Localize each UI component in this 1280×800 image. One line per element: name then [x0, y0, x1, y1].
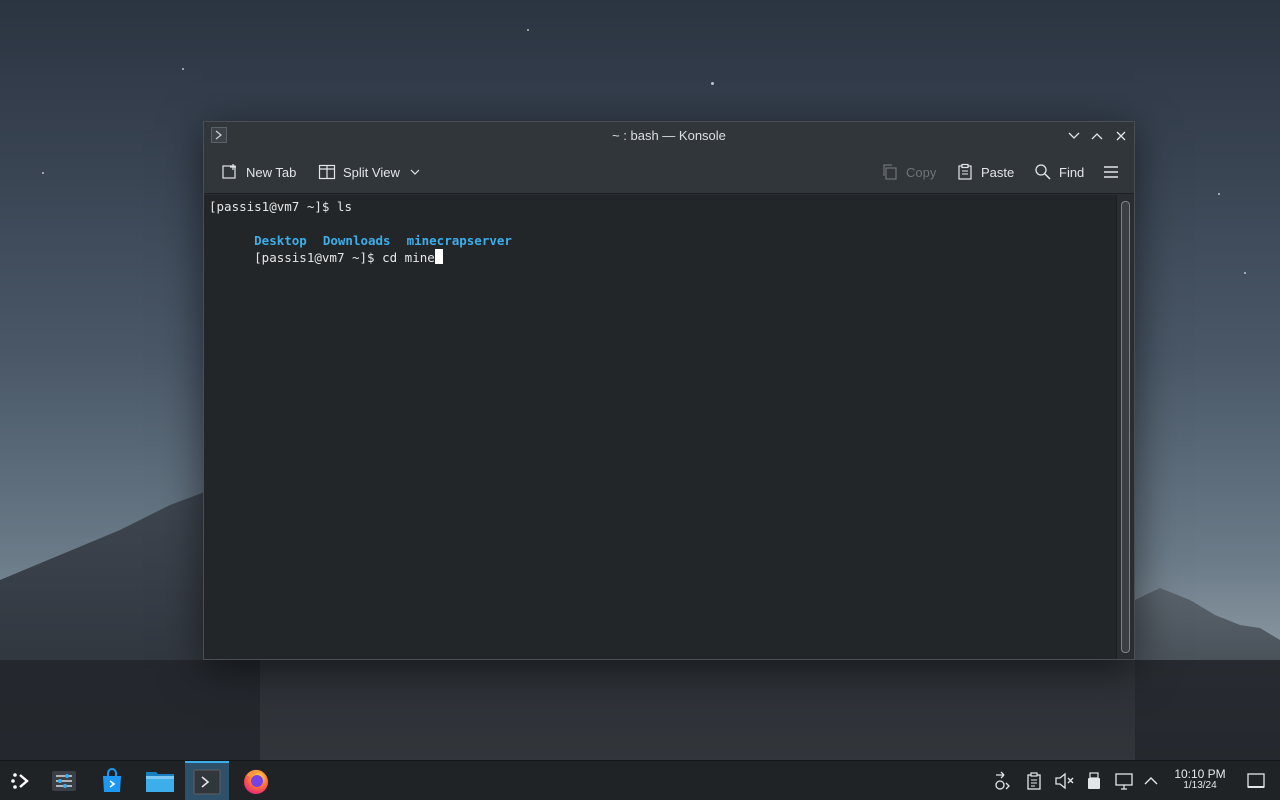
- search-icon: [1033, 162, 1053, 182]
- scrollbar-thumb[interactable]: [1121, 201, 1130, 653]
- toolbar: New Tab Split View Copy Paste Find: [204, 150, 1134, 194]
- dolphin-file-manager-button[interactable]: [138, 761, 182, 800]
- hamburger-menu-icon: [1101, 162, 1121, 182]
- title-bar[interactable]: ~ : bash — Konsole: [204, 122, 1134, 150]
- split-view-button[interactable]: Split View: [317, 158, 420, 186]
- chevron-down-icon: [1068, 132, 1080, 139]
- split-view-icon: [317, 162, 337, 182]
- clock-time: 10:10 PM: [1174, 767, 1226, 781]
- terminal-line-ls: [passis1@vm7 ~]$ ls: [209, 199, 352, 214]
- chevron-down-icon[interactable]: [410, 169, 420, 175]
- show-desktop-button[interactable]: [1246, 771, 1266, 791]
- folder-icon: [146, 772, 174, 792]
- taskbar: 10:10 PM 1/13/24: [0, 760, 1280, 800]
- paste-icon: [955, 162, 975, 182]
- konsole-window: ~ : bash — Konsole New Tab Split View Co…: [203, 121, 1135, 660]
- find-label: Find: [1059, 164, 1085, 180]
- split-view-label: Split View: [343, 164, 400, 180]
- hamburger-menu-button[interactable]: [1101, 158, 1127, 186]
- show-desktop-icon: [1247, 773, 1265, 788]
- display-icon[interactable]: [1114, 771, 1134, 791]
- copy-label: Copy: [906, 164, 937, 180]
- window-title: ~ : bash — Konsole: [612, 128, 726, 143]
- terminal-icon: [193, 769, 221, 795]
- clock-date: 1/13/24: [1183, 780, 1217, 791]
- copy-icon: [880, 162, 900, 182]
- shopping-bag-icon: [103, 768, 121, 792]
- terminal-line-cd: [passis1@vm7 ~]$ cd mine: [209, 232, 443, 265]
- terminal-command: [passis1@vm7 ~]$ cd mine: [254, 250, 435, 265]
- launcher-icon: [11, 773, 29, 789]
- terminal-area[interactable]: [passis1@vm7 ~]$ ls Desktop Downloads mine…: [204, 195, 1118, 659]
- network-icon[interactable]: [992, 771, 1012, 791]
- usb-device-icon[interactable]: [1084, 771, 1104, 791]
- paste-label: Paste: [981, 164, 1015, 180]
- firefox-button[interactable]: [234, 761, 278, 800]
- new-tab-label: New Tab: [246, 164, 297, 180]
- copy-button[interactable]: Copy: [880, 158, 936, 186]
- text-cursor: [434, 249, 443, 264]
- volume-muted-icon[interactable]: [1054, 771, 1074, 791]
- digital-clock[interactable]: 10:10 PM 1/13/24: [1168, 767, 1232, 791]
- new-tab-icon: [220, 162, 240, 182]
- new-tab-button[interactable]: New Tab: [220, 158, 296, 186]
- close-button[interactable]: [1111, 126, 1131, 146]
- minimize-button[interactable]: [1064, 126, 1084, 146]
- application-launcher-button[interactable]: [0, 761, 44, 800]
- paste-button[interactable]: Paste: [955, 158, 1014, 186]
- chevron-up-icon[interactable]: [1141, 771, 1161, 791]
- close-icon: [1116, 131, 1126, 141]
- chevron-up-icon: [1091, 133, 1103, 140]
- firefox-icon: [244, 769, 268, 794]
- system-settings-button[interactable]: [42, 761, 86, 800]
- clipboard-icon[interactable]: [1024, 771, 1044, 791]
- discover-store-button[interactable]: [90, 761, 134, 800]
- maximize-button[interactable]: [1087, 126, 1107, 146]
- find-button[interactable]: Find: [1033, 158, 1084, 186]
- terminal-line-output: Desktop Downloads minecrapserver: [209, 215, 528, 248]
- konsole-taskbar-button[interactable]: [185, 761, 229, 800]
- scrollbar[interactable]: [1116, 195, 1134, 659]
- settings-sliders-icon: [52, 771, 76, 791]
